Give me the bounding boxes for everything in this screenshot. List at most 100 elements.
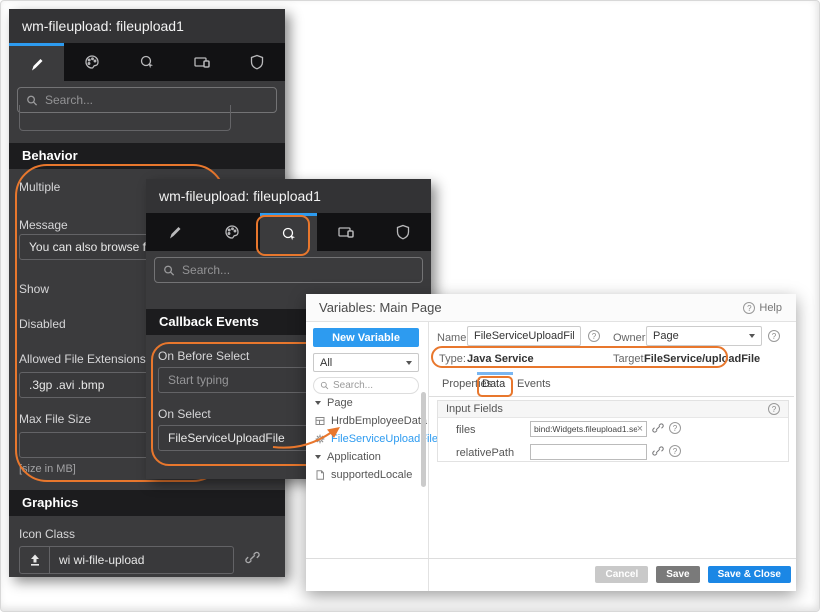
panel-tabstrip — [146, 213, 431, 251]
save-close-button[interactable]: Save & Close — [707, 566, 791, 583]
input-fields-title: Input Fields — [446, 403, 503, 415]
filter-value: All — [320, 356, 333, 369]
caret-down-icon — [749, 334, 755, 338]
search-box[interactable] — [154, 257, 423, 283]
table-icon — [315, 417, 325, 425]
graphics-section-header: Graphics — [9, 490, 285, 516]
new-variable-button[interactable]: New Variable — [313, 328, 419, 347]
search-input[interactable] — [182, 263, 414, 277]
tree-item-supportedlocale[interactable]: supportedLocale — [306, 466, 422, 484]
max-file-size-label: Max File Size — [19, 412, 92, 426]
tree-group-application[interactable]: Application — [306, 448, 422, 466]
size-hint: [size in MB] — [19, 463, 76, 475]
tab-markup[interactable] — [146, 213, 203, 251]
tab-styles[interactable] — [64, 43, 119, 81]
caret-down-icon — [406, 360, 412, 365]
target-value: FileService/uploadFile — [644, 353, 761, 365]
scrolled-partial-input — [19, 105, 231, 131]
icon-class-input[interactable] — [49, 546, 234, 574]
upload-icon-box — [19, 546, 49, 574]
variable-search-box[interactable] — [313, 377, 419, 394]
shield-icon — [396, 224, 409, 240]
owner-value: Page — [653, 330, 679, 342]
save-button[interactable]: Save — [656, 566, 700, 583]
tree-item-fileserviceuploadfile[interactable]: FileServiceUploadFile — [306, 430, 438, 448]
tab-devices[interactable] — [317, 213, 374, 251]
tab-styles[interactable] — [203, 213, 260, 251]
screenshot-canvas: wm-fileupload: fileupload1 Behavior Mu — [0, 0, 820, 612]
files-bind-link-icon[interactable] — [652, 422, 664, 437]
events-icon — [282, 227, 295, 240]
owner-help-icon[interactable] — [768, 330, 780, 342]
relativepath-input[interactable] — [534, 447, 643, 457]
files-input-wrap[interactable] — [530, 421, 647, 437]
help-link[interactable]: Help — [743, 294, 782, 322]
name-help-icon[interactable] — [588, 330, 600, 342]
events-icon — [140, 55, 153, 69]
devices-icon — [194, 57, 210, 68]
help-circle-icon — [743, 302, 756, 314]
tab-markup[interactable] — [9, 43, 65, 81]
multiple-label: Multiple — [19, 180, 61, 194]
variables-sidebar: New Variable All Page HrdbEmployeeData — [306, 322, 438, 591]
page-icon — [316, 470, 324, 480]
relativepath-label: relativePath — [456, 447, 515, 459]
behavior-section-header: Behavior — [9, 143, 285, 169]
allowed-extensions-label: Allowed File Extensions — [19, 352, 146, 366]
name-input[interactable] — [467, 326, 581, 346]
files-input[interactable] — [534, 424, 637, 434]
tab-events[interactable]: Events — [517, 378, 551, 390]
footer-divider — [306, 558, 796, 559]
palette-icon — [224, 225, 239, 239]
tab-data[interactable]: Data — [482, 378, 505, 390]
relativepath-input-wrap[interactable] — [530, 444, 647, 460]
input-fields-header: Input Fields — [438, 401, 788, 418]
icon-class-row — [19, 546, 260, 574]
panel-title: wm-fileupload: fileupload1 — [146, 179, 431, 213]
panel-tabstrip — [9, 43, 285, 81]
type-value: Java Service — [467, 353, 534, 365]
service-icon — [315, 434, 325, 444]
upload-icon — [30, 554, 39, 566]
tab-events[interactable] — [119, 43, 174, 81]
clear-icon[interactable] — [637, 424, 643, 435]
owner-select[interactable]: Page — [646, 326, 762, 346]
tab-security[interactable] — [374, 213, 431, 251]
input-fields-section: Input Fields files relativePath — [437, 400, 789, 462]
bind-link-icon[interactable] — [245, 550, 260, 570]
tree-group-page[interactable]: Page — [306, 394, 422, 412]
dialog-header: Variables: Main Page Help — [306, 294, 796, 322]
active-tab-indicator — [477, 372, 513, 375]
files-label: files — [456, 424, 476, 436]
tree-label: HrdbEmployeeData — [331, 415, 427, 427]
cancel-button[interactable]: Cancel — [595, 566, 649, 583]
palette-icon — [85, 55, 99, 69]
tab-security[interactable] — [230, 43, 285, 81]
help-label: Help — [759, 302, 782, 314]
on-select-label: On Select — [158, 407, 211, 421]
pencil-icon — [169, 227, 180, 239]
shield-icon — [251, 54, 264, 70]
pencil-icon — [31, 58, 43, 70]
tab-devices[interactable] — [175, 43, 230, 81]
tree-item-hrdbemployeedata[interactable]: HrdbEmployeeData — [306, 412, 427, 430]
tree-label: Page — [327, 397, 353, 409]
variable-search-input[interactable] — [333, 380, 412, 391]
caret-down-icon — [315, 401, 321, 405]
caret-down-icon — [315, 455, 321, 459]
search-icon — [164, 265, 175, 276]
files-help-icon[interactable] — [669, 422, 681, 434]
input-fields-help-icon[interactable] — [768, 403, 780, 415]
variable-filter-select[interactable]: All — [313, 353, 419, 372]
search-icon — [320, 381, 329, 390]
disabled-label: Disabled — [19, 317, 66, 331]
relativepath-bind-link-icon[interactable] — [652, 445, 664, 460]
tree-label: supportedLocale — [331, 469, 413, 481]
sidebar-scrollbar[interactable] — [421, 392, 426, 487]
variables-tree: Page HrdbEmployeeData FileServiceUploadF… — [306, 394, 438, 484]
panel-title: wm-fileupload: fileupload1 — [9, 9, 285, 43]
tree-label: Application — [327, 451, 381, 463]
relativepath-help-icon[interactable] — [669, 445, 681, 457]
tab-events[interactable] — [260, 213, 317, 251]
variables-dialog: Variables: Main Page Help New Variable A… — [306, 294, 796, 591]
